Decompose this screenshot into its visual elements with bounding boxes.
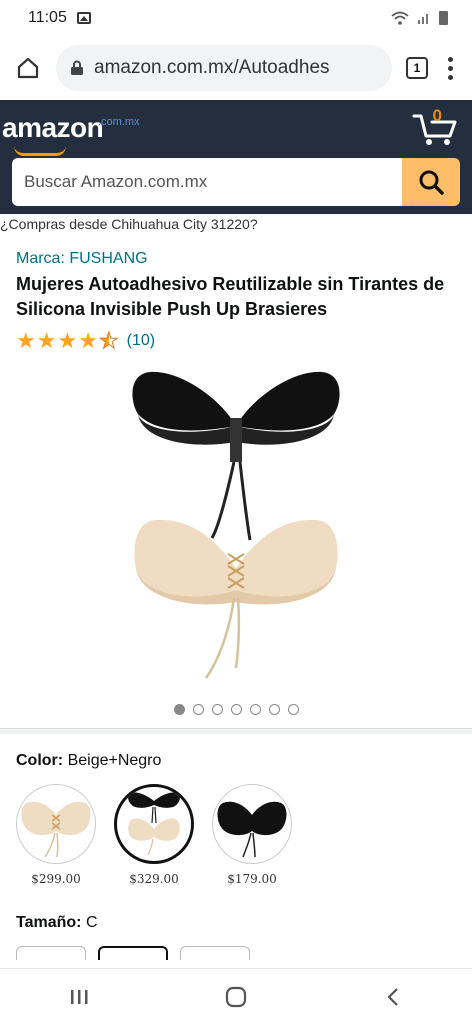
swatch-image: [114, 784, 194, 864]
swatch-image: [212, 784, 292, 864]
system-nav-bar: [0, 968, 472, 1024]
swatch-image: [16, 784, 96, 864]
delivery-location-link[interactable]: ¿Compras desde Chihuahua City 31220?: [0, 214, 472, 236]
product-image[interactable]: [0, 358, 472, 698]
star-icon: ★: [78, 328, 98, 353]
half-star-icon: ★: [98, 328, 119, 353]
home-nav-icon[interactable]: [216, 977, 256, 1017]
star-icon: ★: [16, 328, 36, 353]
address-bar[interactable]: amazon.com.mx/Autoadhes: [56, 45, 392, 91]
star-icon: ★: [57, 328, 78, 353]
search-input[interactable]: [12, 158, 402, 206]
image-carousel-dots: [0, 698, 472, 720]
search-icon: [419, 170, 444, 195]
amazon-logo[interactable]: amazon: [2, 112, 104, 156]
carousel-dot[interactable]: [249, 703, 261, 715]
rating-row[interactable]: ★ ★ ★ ★ ★ (10): [16, 328, 472, 353]
carousel-dot[interactable]: [192, 703, 204, 715]
carousel-dot[interactable]: [268, 703, 280, 715]
logo-domain: .com.mx: [98, 116, 140, 128]
battery-icon: [439, 11, 448, 25]
color-swatches: $299.00 $329.00 $179.00: [16, 784, 472, 886]
wifi-icon: [391, 11, 409, 25]
status-bar: 11:05: [0, 0, 472, 36]
color-swatch-beige-negro[interactable]: $329.00: [114, 784, 194, 886]
tab-switcher-button[interactable]: 1: [406, 57, 428, 79]
recent-apps-icon[interactable]: [59, 977, 99, 1017]
swatch-price: $179.00: [227, 872, 277, 886]
signal-icon: [418, 14, 428, 24]
size-option[interactable]: [180, 946, 250, 960]
star-icon: ★: [36, 328, 57, 353]
size-options: [16, 946, 472, 960]
color-swatch-negro[interactable]: $179.00: [212, 784, 292, 886]
carousel-dot[interactable]: [173, 703, 185, 715]
size-value: C: [85, 914, 98, 931]
home-icon[interactable]: [14, 54, 42, 82]
size-option-selected[interactable]: [98, 946, 168, 960]
swatch-price: $329.00: [129, 872, 179, 886]
search-button[interactable]: [402, 158, 460, 206]
carousel-dot[interactable]: [230, 703, 242, 715]
star-rating: ★ ★ ★ ★ ★: [16, 328, 119, 353]
amazon-header: amazon .com.mx 0: [0, 100, 472, 214]
url-text: amazon.com.mx/Autoadhes: [94, 57, 330, 78]
carousel-dot[interactable]: [287, 703, 299, 715]
size-option[interactable]: [16, 946, 86, 960]
size-selection-label: Tamaño: C: [16, 914, 472, 932]
brand-link[interactable]: Marca: FUSHANG: [16, 250, 472, 268]
cart-count: 0: [432, 106, 442, 125]
status-time: 11:05: [28, 9, 67, 26]
back-icon[interactable]: [373, 977, 413, 1017]
color-value: Beige+Negro: [67, 752, 162, 769]
section-divider: [0, 728, 472, 734]
browser-toolbar: amazon.com.mx/Autoadhes 1: [0, 36, 472, 100]
color-swatch-beige[interactable]: $299.00: [16, 784, 96, 886]
color-label: Color:: [16, 752, 64, 769]
size-label: Tamaño:: [16, 914, 82, 931]
swatch-price: $299.00: [31, 872, 81, 886]
logo-text: amazon: [2, 112, 104, 143]
carousel-dot[interactable]: [211, 703, 223, 715]
product-title: Mujeres Autoadhesivo Reutilizable sin Ti…: [16, 274, 445, 319]
rating-count-link[interactable]: (10): [127, 332, 155, 350]
lock-icon: [71, 60, 83, 75]
browser-menu-icon[interactable]: [442, 56, 458, 80]
color-selection-label: Color: Beige+Negro: [16, 752, 472, 770]
search-bar: [12, 158, 460, 206]
gallery-notification-icon: [76, 12, 91, 24]
